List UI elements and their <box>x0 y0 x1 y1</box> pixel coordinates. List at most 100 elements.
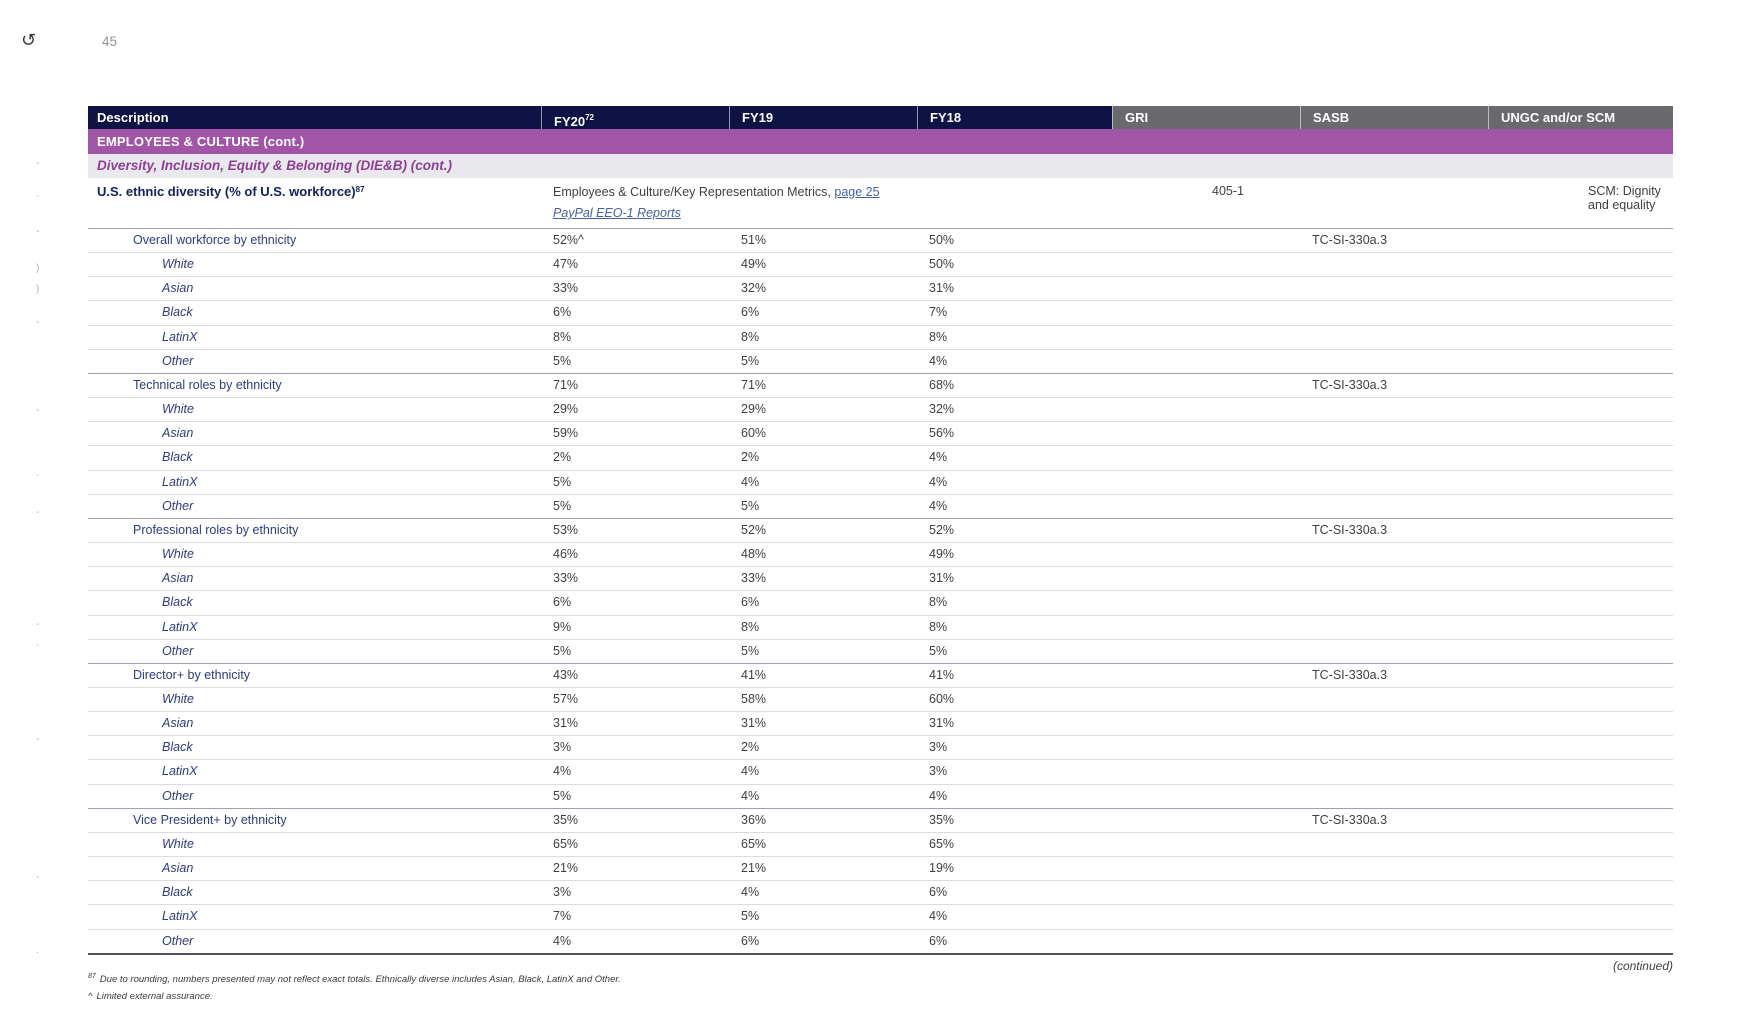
metric-row: U.S. ethnic diversity (% of U.S. workfor… <box>88 178 1673 228</box>
row-value: TC-SI-330a.3 <box>1312 522 1388 537</box>
margin-artifact: - <box>36 734 40 745</box>
row-value <box>1488 760 1673 783</box>
row-value: 41% <box>741 667 767 682</box>
row-value: 49% <box>741 257 767 272</box>
row-value: 33% <box>553 571 579 586</box>
row-value <box>1300 543 1488 566</box>
row-value <box>1112 350 1300 373</box>
row-value <box>1300 350 1488 373</box>
row-label: Black <box>162 740 193 755</box>
footnote-2: ^ Limited external assurance. <box>88 991 213 1003</box>
sub-row: Other 5% 5% 4% <box>88 348 1673 373</box>
row-value <box>1488 881 1673 904</box>
row-label: Vice President+ by ethnicity <box>133 812 287 827</box>
footnote-ref-87: 87 <box>355 185 365 194</box>
column-header-fy18: FY18 <box>917 106 1112 129</box>
row-value <box>1112 905 1300 928</box>
row-value <box>1300 422 1488 445</box>
row-label: Asian <box>162 716 194 731</box>
row-value <box>1112 712 1300 735</box>
row-value: 60% <box>929 691 955 706</box>
row-value <box>1488 422 1673 445</box>
row-label: LatinX <box>162 329 198 344</box>
row-value <box>1300 640 1488 663</box>
row-value: 8% <box>929 595 948 610</box>
back-icon[interactable]: ↺ <box>21 31 36 49</box>
report-page: ↺ 45 - ` -)) - - ` - - ` - -. Description FY2072 FY1… <box>0 0 1740 1020</box>
margin-artifact: ) <box>36 263 40 274</box>
sub-row: Black 2% 2% 4% <box>88 445 1673 469</box>
sub-row: White 47% 49% 50% <box>88 252 1673 276</box>
row-label: Black <box>162 885 193 900</box>
row-value: 4% <box>929 450 948 465</box>
sub-row: Black 6% 6% 7% <box>88 300 1673 324</box>
sub-row: Other 5% 5% 4% <box>88 493 1673 518</box>
margin-artifact: - <box>36 317 40 328</box>
row-value <box>1488 398 1673 421</box>
row-value: 31% <box>929 571 955 586</box>
margin-artifact: - <box>36 507 40 518</box>
row-value <box>1488 374 1673 397</box>
row-label: Black <box>162 305 193 320</box>
row-value <box>1112 640 1300 663</box>
column-header-ungc-and-or-scm: UNGC and/or SCM <box>1488 106 1673 129</box>
row-value: 21% <box>553 861 579 876</box>
row-label: Other <box>162 643 194 658</box>
row-value: 59% <box>553 426 579 441</box>
row-value <box>1112 253 1300 276</box>
row-value <box>1300 736 1488 759</box>
row-value <box>1300 930 1488 953</box>
row-value: 21% <box>741 861 767 876</box>
row-value: 7% <box>929 305 948 320</box>
row-value <box>1488 785 1673 808</box>
row-value <box>1112 736 1300 759</box>
esg-metrics-table: Description FY2072 FY19 FY18 GRI SASB UNGC and… <box>88 106 1673 955</box>
row-label: LatinX <box>162 474 198 489</box>
row-value <box>1300 471 1488 494</box>
row-value: 7% <box>553 909 572 924</box>
page-25-link[interactable]: page 25 <box>834 185 879 199</box>
sub-row: Asian 33% 33% 31% <box>88 566 1673 590</box>
sub-row: LatinX 8% 8% 8% <box>88 324 1673 349</box>
group-row: Overall workforce by ethnicity 52%^ 51% 50%… <box>88 228 1673 252</box>
sub-row: LatinX 9% 8% 8% <box>88 614 1673 639</box>
margin-artifact: - <box>36 405 40 416</box>
row-value <box>1488 688 1673 711</box>
row-value <box>1112 760 1300 783</box>
sub-row: Asian 59% 60% 56% <box>88 421 1673 445</box>
row-value: 4% <box>929 788 948 803</box>
row-value: 4% <box>929 353 948 368</box>
row-label: Asian <box>162 861 194 876</box>
row-value <box>1112 229 1300 252</box>
row-value: 53% <box>553 522 579 537</box>
margin-artifact: - <box>36 226 40 237</box>
row-value <box>1488 519 1673 542</box>
row-value <box>1488 857 1673 880</box>
row-value: 6% <box>741 305 760 320</box>
row-value: TC-SI-330a.3 <box>1312 812 1388 827</box>
row-value <box>1488 809 1673 832</box>
row-label: Asian <box>162 281 194 296</box>
row-value: 60% <box>741 426 767 441</box>
sub-row: Asian 21% 21% 19% <box>88 856 1673 880</box>
gri-code: 405-1 <box>1212 184 1244 198</box>
row-label: Black <box>162 595 193 610</box>
row-value <box>1488 350 1673 373</box>
row-value: 4% <box>741 788 760 803</box>
margin-artifact: - <box>36 619 40 630</box>
row-value <box>1488 301 1673 324</box>
row-value <box>1112 495 1300 518</box>
row-value: 71% <box>741 377 767 392</box>
row-value <box>1300 616 1488 639</box>
row-value: TC-SI-330a.3 <box>1312 667 1388 682</box>
row-value <box>1300 688 1488 711</box>
row-value <box>1300 301 1488 324</box>
row-value <box>1488 905 1673 928</box>
row-value: 4% <box>929 909 948 924</box>
footnote-1: 87 Due to rounding, numbers presented may… <box>88 973 621 986</box>
row-value <box>1488 326 1673 349</box>
page-number: 45 <box>102 34 118 49</box>
paypal-eeo1-reports-link[interactable]: PayPal EEO-1 Reports <box>553 206 681 220</box>
row-value <box>1488 640 1673 663</box>
margin-artifact: ` <box>36 195 40 206</box>
